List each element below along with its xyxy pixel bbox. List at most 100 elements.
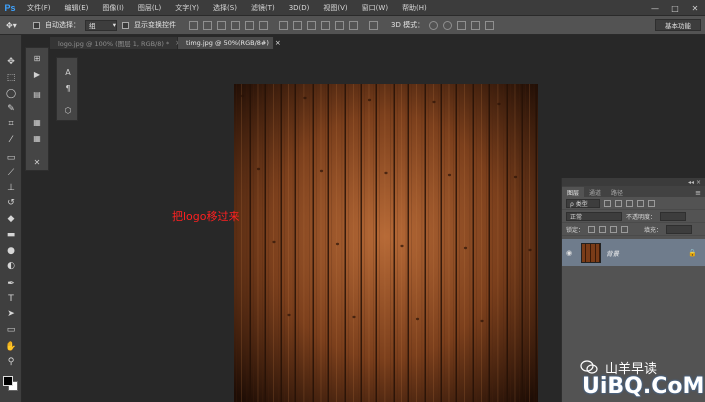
3d-panel-icon[interactable]: ⬡ — [62, 104, 74, 116]
auto-select-dropdown[interactable]: 组 ▾ — [85, 19, 117, 31]
plank-gap — [344, 84, 346, 402]
navigator-panel-icon[interactable]: ▦ — [31, 116, 43, 128]
move-tool-icon[interactable]: ✥ — [4, 55, 18, 69]
paragraph-panel-icon[interactable]: ¶ — [62, 82, 74, 94]
align-hcenter-icon[interactable] — [245, 20, 254, 30]
menu-window[interactable]: 窗口(W) — [355, 3, 395, 13]
align-right-icon[interactable] — [259, 20, 268, 30]
history-panel-icon[interactable]: ⊞ — [31, 52, 43, 64]
menu-filter[interactable]: 滤镜(T) — [244, 3, 282, 13]
character-panel-icon[interactable]: A — [62, 66, 74, 78]
fill-input[interactable] — [666, 224, 693, 234]
filter-pixel-icon[interactable] — [604, 199, 611, 207]
3d-scale-icon[interactable] — [485, 20, 495, 30]
clone-stamp-tool-icon[interactable]: ⊥ — [4, 181, 18, 195]
lock-image-icon[interactable] — [599, 225, 607, 233]
pen-tool-icon[interactable]: ✒ — [4, 277, 18, 291]
filter-type-icon[interactable] — [626, 199, 633, 207]
minimize-button[interactable]: — — [645, 0, 665, 16]
zoom-tool-icon[interactable]: ⚲ — [4, 355, 18, 369]
wood-grain — [241, 84, 242, 402]
filter-shape-icon[interactable] — [637, 199, 644, 207]
move-tool-preset-icon[interactable]: ✥▾ — [6, 19, 28, 32]
menu-edit[interactable]: 编辑(E) — [58, 3, 96, 13]
panel-menu-icon[interactable]: ≡ — [695, 189, 705, 197]
distribute-top-icon[interactable] — [279, 20, 288, 30]
filter-smart-icon[interactable] — [648, 199, 655, 207]
lock-transparent-icon[interactable] — [588, 225, 596, 233]
layer-row-background[interactable]: ◉ 背景 🔒 — [562, 239, 705, 266]
brush-tool-icon[interactable]: ⟋ — [4, 166, 18, 180]
lasso-tool-icon[interactable]: ◯ — [4, 87, 18, 101]
3d-rotate-icon[interactable] — [429, 20, 439, 30]
filter-type-dropdown[interactable]: ρ 类型 — [566, 198, 600, 208]
crop-tool-icon[interactable]: ⌗ — [4, 117, 18, 131]
document-canvas[interactable] — [234, 84, 538, 402]
3d-pan-icon[interactable] — [457, 20, 467, 30]
align-vcenter-icon[interactable] — [203, 20, 212, 30]
tab-timg-jpg[interactable]: timg.jpg @ 50%(RGB/8#) × — [178, 37, 281, 49]
menu-layer[interactable]: 图层(L) — [131, 3, 168, 13]
panel-collapse-bar[interactable]: ◂◂ × — [562, 178, 705, 186]
gradient-tool-icon[interactable]: ▬ — [4, 228, 18, 242]
3d-roll-icon[interactable] — [443, 20, 453, 30]
wood-knot — [367, 98, 372, 102]
close-button[interactable]: ✕ — [685, 0, 705, 16]
distribute-left-icon[interactable] — [321, 20, 330, 30]
opacity-input[interactable] — [660, 211, 687, 221]
menu-3d[interactable]: 3D(D) — [282, 4, 317, 12]
3d-slide-icon[interactable] — [471, 20, 481, 30]
tab-label: logo.jpg @ 100% (图层 1, RGB/8) * — [58, 40, 170, 48]
path-select-tool-icon[interactable]: ➤ — [4, 307, 18, 321]
auto-align-icon[interactable] — [369, 20, 378, 30]
quick-select-tool-icon[interactable]: ✎ — [4, 102, 18, 116]
tab-paths[interactable]: 路径 — [606, 187, 628, 197]
info-panel-icon[interactable]: ▦ — [31, 132, 43, 144]
show-transform-checkbox[interactable] — [122, 21, 129, 29]
align-bottom-icon[interactable] — [217, 20, 226, 30]
tab-channels[interactable]: 通道 — [584, 187, 606, 197]
menu-file[interactable]: 文件(F) — [20, 3, 58, 13]
workspace-dropdown[interactable]: 基本功能 — [655, 19, 701, 31]
eyedropper-tool-icon[interactable]: ⁄ — [4, 133, 18, 147]
align-left-icon[interactable] — [231, 20, 240, 30]
dodge-tool-icon[interactable]: ◐ — [4, 259, 18, 273]
align-top-icon[interactable] — [189, 20, 198, 30]
menu-view[interactable]: 视图(V) — [316, 3, 354, 13]
lock-position-icon[interactable] — [610, 225, 618, 233]
history-brush-tool-icon[interactable]: ↺ — [4, 196, 18, 210]
shape-tool-icon[interactable]: ▭ — [4, 323, 18, 337]
actions-panel-icon[interactable]: ▶ — [31, 68, 43, 80]
type-tool-icon[interactable]: T — [4, 292, 18, 306]
hand-tool-icon[interactable]: ✋ — [4, 340, 18, 354]
fill-label: 填充： — [644, 226, 663, 234]
healing-brush-tool-icon[interactable]: ▭ — [4, 151, 18, 165]
filter-adjust-icon[interactable] — [615, 199, 622, 207]
close-icon[interactable]: × — [275, 39, 281, 47]
eye-icon[interactable]: ◉ — [566, 249, 576, 257]
menu-image[interactable]: 图像(I) — [95, 3, 131, 13]
eraser-tool-icon[interactable]: ◆ — [4, 212, 18, 226]
distribute-vcenter-icon[interactable] — [293, 20, 302, 30]
menu-select[interactable]: 选择(S) — [206, 3, 244, 13]
lock-all-icon[interactable] — [621, 225, 629, 233]
blur-tool-icon[interactable]: ● — [4, 244, 18, 258]
menu-help[interactable]: 帮助(H) — [395, 3, 434, 13]
maximize-button[interactable]: □ — [665, 0, 685, 16]
marquee-tool-icon[interactable]: ⬚ — [4, 71, 18, 85]
distribute-hcenter-icon[interactable] — [335, 20, 344, 30]
auto-select-checkbox[interactable] — [33, 21, 40, 29]
layer-comps-panel-icon[interactable]: ▤ — [31, 88, 43, 100]
tab-layers[interactable]: 图层 — [562, 187, 585, 197]
menu-bar: Ps 文件(F) 编辑(E) 图像(I) 图层(L) 文字(Y) 选择(S) 滤… — [0, 0, 705, 16]
distribute-bottom-icon[interactable] — [307, 20, 316, 30]
wood-knot — [400, 244, 404, 248]
distribute-right-icon[interactable] — [349, 20, 358, 30]
foreground-color-swatch[interactable] — [3, 376, 13, 386]
menu-type[interactable]: 文字(Y) — [168, 3, 206, 13]
tab-logo-jpg[interactable]: logo.jpg @ 100% (图层 1, RGB/8) * × — [50, 37, 181, 49]
tools-preset-panel-icon[interactable]: ✕ — [31, 156, 43, 168]
blend-mode-dropdown[interactable]: 正常 — [566, 211, 622, 221]
collapse-icon[interactable]: ◂◂ × — [688, 179, 701, 186]
plank-gap — [506, 84, 508, 402]
